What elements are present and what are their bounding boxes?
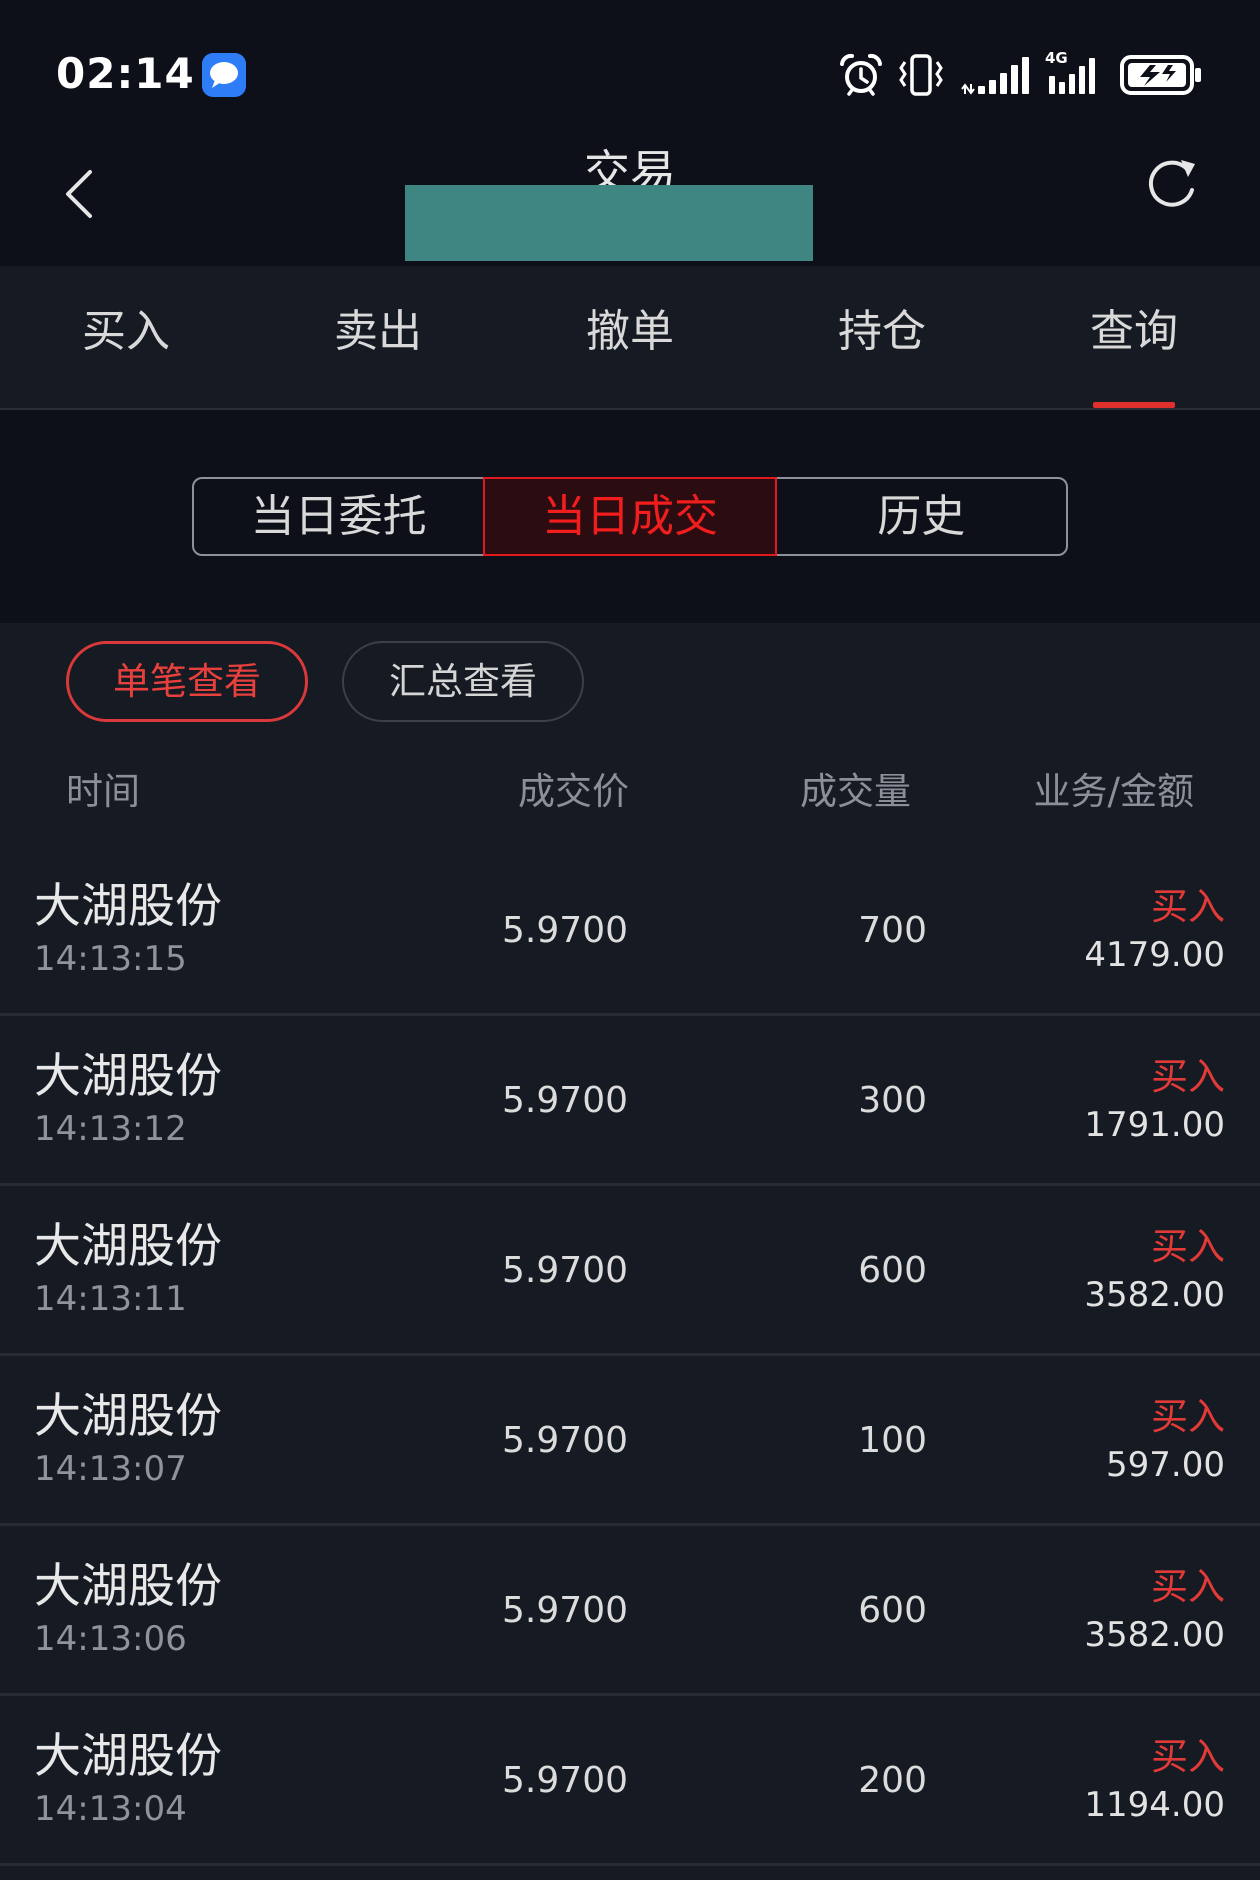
tab-label: 买入	[82, 306, 170, 357]
network-type-label: 4G	[1045, 49, 1068, 67]
trade-price: 5.9700	[502, 1420, 628, 1461]
trade-time: 14:13:04	[34, 1789, 187, 1829]
trade-time: 14:13:15	[34, 939, 187, 979]
table-row[interactable]: 大湖股份 14:13:06 5.9700 600 买入 3582.00	[0, 1526, 1260, 1696]
trade-time: 14:13:11	[34, 1279, 187, 1319]
trade-price: 5.9700	[502, 910, 628, 951]
trade-amount: 3582.00	[1084, 1615, 1225, 1655]
trade-side: 买入	[1151, 1735, 1225, 1778]
tab-positions[interactable]: 持仓	[756, 266, 1008, 408]
trade-price: 5.9700	[502, 1080, 628, 1121]
trade-amount: 1791.00	[1084, 1105, 1225, 1145]
status-bar: 02:14 4G	[0, 0, 1260, 120]
column-header-business-amount: 业务/金额	[1033, 770, 1194, 813]
trade-amount: 3582.00	[1084, 1275, 1225, 1315]
trade-quantity: 200	[858, 1760, 927, 1801]
trade-amount: 597.00	[1106, 1445, 1225, 1485]
trade-quantity: 100	[858, 1420, 927, 1461]
trade-time: 14:13:12	[34, 1109, 187, 1149]
trade-quantity: 600	[858, 1250, 927, 1291]
tab-label: 卖出	[334, 306, 422, 357]
vibrate-icon	[897, 52, 945, 98]
stock-name: 大湖股份	[34, 1049, 222, 1104]
table-row[interactable]: 大湖股份 14:13:07 5.9700 100 买入 597.00	[0, 1356, 1260, 1526]
tab-query[interactable]: 查询	[1008, 266, 1260, 408]
column-header-quantity: 成交量	[800, 770, 911, 813]
4g-signal-icon: 4G	[1045, 49, 1105, 98]
stock-name: 大湖股份	[34, 879, 222, 934]
status-time: 02:14	[56, 49, 195, 98]
trade-amount: 4179.00	[1084, 935, 1225, 975]
table-row[interactable]: 大湖股份 14:13:04 5.9700 200 买入 1194.00	[0, 1696, 1260, 1866]
filter-summary-view[interactable]: 汇总查看	[342, 641, 584, 722]
table-row[interactable]: 大湖股份 14:13:11 5.9700 600 买入 3582.00	[0, 1186, 1260, 1356]
segment-today-orders[interactable]: 当日委托	[194, 479, 483, 554]
trade-side: 买入	[1151, 1225, 1225, 1268]
query-segment-area: 当日委托 当日成交 历史	[0, 410, 1260, 623]
tab-sell[interactable]: 卖出	[252, 266, 504, 408]
tab-label: 查询	[1090, 306, 1178, 357]
filter-single-view[interactable]: 单笔查看	[66, 641, 308, 722]
trade-list: 大湖股份 14:13:15 5.9700 700 买入 4179.00 大湖股份…	[0, 846, 1260, 1866]
app-header: 交易	[0, 120, 1260, 266]
chevron-left-icon	[66, 170, 92, 218]
stock-name: 大湖股份	[34, 1389, 222, 1444]
trade-quantity: 700	[858, 910, 927, 951]
column-header-time: 时间	[66, 770, 140, 813]
trade-side: 买入	[1151, 1395, 1225, 1438]
trade-quantity: 300	[858, 1080, 927, 1121]
trade-tab-bar: 买入 卖出 撤单 持仓 查询	[0, 266, 1260, 410]
tab-label: 持仓	[838, 306, 926, 357]
trade-time: 14:13:06	[34, 1619, 187, 1659]
trade-price: 5.9700	[502, 1590, 628, 1631]
trade-side: 买入	[1151, 1055, 1225, 1098]
message-icon	[201, 52, 247, 98]
stock-name: 大湖股份	[34, 1559, 222, 1614]
tab-active-indicator	[1093, 402, 1175, 408]
tab-buy[interactable]: 买入	[0, 266, 252, 408]
trade-side: 买入	[1151, 1565, 1225, 1608]
segment-today-trades[interactable]: 当日成交	[483, 477, 777, 556]
trade-side: 买入	[1151, 885, 1225, 928]
trade-price: 5.9700	[502, 1760, 628, 1801]
stock-name: 大湖股份	[34, 1729, 222, 1784]
stock-name: 大湖股份	[34, 1219, 222, 1274]
column-header-price: 成交价	[518, 770, 629, 813]
segment-history[interactable]: 历史	[777, 479, 1066, 554]
redaction-box	[405, 185, 813, 261]
tab-label: 撤单	[586, 306, 674, 357]
trade-price: 5.9700	[502, 1250, 628, 1291]
alarm-icon	[839, 52, 883, 98]
trade-quantity: 600	[858, 1590, 927, 1631]
trade-time: 14:13:07	[34, 1449, 187, 1489]
back-button[interactable]	[60, 164, 102, 224]
table-row[interactable]: 大湖股份 14:13:12 5.9700 300 买入 1791.00	[0, 1016, 1260, 1186]
query-segmented-control: 当日委托 当日成交 历史	[192, 477, 1068, 556]
signal-icon	[961, 52, 1031, 98]
battery-charging-icon	[1120, 52, 1204, 98]
trade-amount: 1194.00	[1084, 1785, 1225, 1825]
refresh-icon	[1148, 160, 1195, 207]
table-row[interactable]: 大湖股份 14:13:15 5.9700 700 买入 4179.00	[0, 846, 1260, 1016]
refresh-button[interactable]	[1140, 152, 1204, 216]
tab-cancel-order[interactable]: 撤单	[504, 266, 756, 408]
